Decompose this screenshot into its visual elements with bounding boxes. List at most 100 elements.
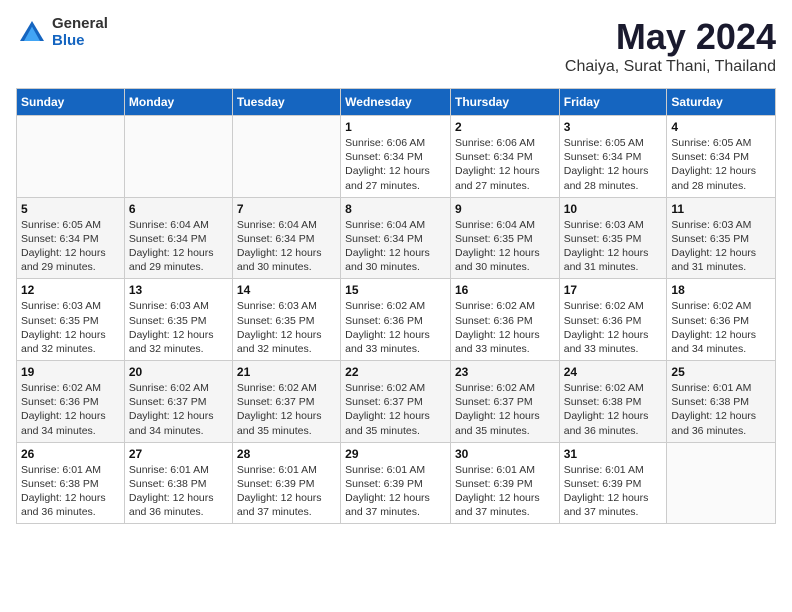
week-row-2: 5 Sunrise: 6:05 AM Sunset: 6:34 PM Daylig… — [17, 197, 776, 279]
day-number: 24 — [564, 365, 663, 379]
calendar-cell — [232, 116, 340, 198]
calendar-cell: 11 Sunrise: 6:03 AM Sunset: 6:35 PM Dayli… — [667, 197, 776, 279]
day-number: 13 — [129, 283, 228, 297]
day-info: Sunrise: 6:02 AM Sunset: 6:36 PM Dayligh… — [345, 299, 446, 356]
week-row-5: 26 Sunrise: 6:01 AM Sunset: 6:38 PM Dayli… — [17, 442, 776, 524]
day-number: 6 — [129, 202, 228, 216]
day-info: Sunrise: 6:03 AM Sunset: 6:35 PM Dayligh… — [671, 218, 771, 275]
day-of-week-saturday: Saturday — [667, 89, 776, 116]
day-info: Sunrise: 6:04 AM Sunset: 6:35 PM Dayligh… — [455, 218, 555, 275]
day-number: 16 — [455, 283, 555, 297]
day-number: 3 — [564, 120, 663, 134]
day-number: 19 — [21, 365, 120, 379]
day-info: Sunrise: 6:03 AM Sunset: 6:35 PM Dayligh… — [564, 218, 663, 275]
calendar-cell: 22 Sunrise: 6:02 AM Sunset: 6:37 PM Dayli… — [341, 361, 451, 443]
calendar-cell: 8Sunrise: 6:04 AM Sunset: 6:34 PM Daylig… — [341, 197, 451, 279]
day-number: 28 — [237, 447, 336, 461]
day-number: 23 — [455, 365, 555, 379]
day-number: 1 — [345, 120, 446, 134]
calendar-cell: 27Sunrise: 6:01 AM Sunset: 6:38 PM Dayli… — [124, 442, 232, 524]
day-info: Sunrise: 6:06 AM Sunset: 6:34 PM Dayligh… — [455, 136, 555, 193]
day-number: 21 — [237, 365, 336, 379]
day-info: Sunrise: 6:05 AM Sunset: 6:34 PM Dayligh… — [564, 136, 663, 193]
calendar-cell: 6Sunrise: 6:04 AM Sunset: 6:34 PM Daylig… — [124, 197, 232, 279]
calendar-cell: 5 Sunrise: 6:05 AM Sunset: 6:34 PM Daylig… — [17, 197, 125, 279]
week-row-4: 19 Sunrise: 6:02 AM Sunset: 6:36 PM Dayli… — [17, 361, 776, 443]
calendar-cell — [17, 116, 125, 198]
day-info: Sunrise: 6:02 AM Sunset: 6:38 PM Dayligh… — [564, 381, 663, 438]
calendar-cell: 13 Sunrise: 6:03 AM Sunset: 6:35 PM Dayli… — [124, 279, 232, 361]
title-block: May 2024 Chaiya, Surat Thani, Thailand — [565, 16, 776, 76]
calendar-header: SundayMondayTuesdayWednesdayThursdayFrid… — [17, 89, 776, 116]
day-of-week-sunday: Sunday — [17, 89, 125, 116]
day-number: 18 — [671, 283, 771, 297]
day-number: 11 — [671, 202, 771, 216]
subtitle: Chaiya, Surat Thani, Thailand — [565, 58, 776, 76]
calendar-cell: 12 Sunrise: 6:03 AM Sunset: 6:35 PM Dayli… — [17, 279, 125, 361]
calendar-cell: 2 Sunrise: 6:06 AM Sunset: 6:34 PM Daylig… — [450, 116, 559, 198]
day-of-week-wednesday: Wednesday — [341, 89, 451, 116]
day-info: Sunrise: 6:04 AM Sunset: 6:34 PM Dayligh… — [237, 218, 336, 275]
day-info: Sunrise: 6:03 AM Sunset: 6:35 PM Dayligh… — [237, 299, 336, 356]
day-number: 25 — [671, 365, 771, 379]
day-number: 20 — [129, 365, 228, 379]
calendar-table: SundayMondayTuesdayWednesdayThursdayFrid… — [16, 88, 776, 524]
calendar-cell: 24 Sunrise: 6:02 AM Sunset: 6:38 PM Dayli… — [559, 361, 667, 443]
week-row-1: 1 Sunrise: 6:06 AM Sunset: 6:34 PM Daylig… — [17, 116, 776, 198]
logo-general-text: General — [52, 16, 108, 33]
calendar-cell: 30Sunrise: 6:01 AM Sunset: 6:39 PM Dayli… — [450, 442, 559, 524]
calendar-cell: 1 Sunrise: 6:06 AM Sunset: 6:34 PM Daylig… — [341, 116, 451, 198]
calendar-cell: 10 Sunrise: 6:03 AM Sunset: 6:35 PM Dayli… — [559, 197, 667, 279]
day-info: Sunrise: 6:02 AM Sunset: 6:36 PM Dayligh… — [21, 381, 120, 438]
day-info: Sunrise: 6:03 AM Sunset: 6:35 PM Dayligh… — [129, 299, 228, 356]
calendar-cell: 20 Sunrise: 6:02 AM Sunset: 6:37 PM Dayli… — [124, 361, 232, 443]
day-number: 31 — [564, 447, 663, 461]
calendar-cell: 25Sunrise: 6:01 AM Sunset: 6:38 PM Dayli… — [667, 361, 776, 443]
calendar-cell: 15 Sunrise: 6:02 AM Sunset: 6:36 PM Dayli… — [341, 279, 451, 361]
day-number: 29 — [345, 447, 446, 461]
calendar-cell: 31 Sunrise: 6:01 AM Sunset: 6:39 PM Dayli… — [559, 442, 667, 524]
main-title: May 2024 — [565, 16, 776, 58]
day-number: 12 — [21, 283, 120, 297]
logo-icon — [16, 17, 48, 49]
day-info: Sunrise: 6:05 AM Sunset: 6:34 PM Dayligh… — [21, 218, 120, 275]
days-of-week-row: SundayMondayTuesdayWednesdayThursdayFrid… — [17, 89, 776, 116]
day-number: 5 — [21, 202, 120, 216]
day-info: Sunrise: 6:05 AM Sunset: 6:34 PM Dayligh… — [671, 136, 771, 193]
day-info: Sunrise: 6:03 AM Sunset: 6:35 PM Dayligh… — [21, 299, 120, 356]
day-number: 26 — [21, 447, 120, 461]
calendar-cell: 4 Sunrise: 6:05 AM Sunset: 6:34 PM Daylig… — [667, 116, 776, 198]
day-info: Sunrise: 6:02 AM Sunset: 6:37 PM Dayligh… — [455, 381, 555, 438]
day-info: Sunrise: 6:02 AM Sunset: 6:36 PM Dayligh… — [671, 299, 771, 356]
calendar-cell: 7Sunrise: 6:04 AM Sunset: 6:34 PM Daylig… — [232, 197, 340, 279]
day-of-week-friday: Friday — [559, 89, 667, 116]
calendar-cell: 26 Sunrise: 6:01 AM Sunset: 6:38 PM Dayli… — [17, 442, 125, 524]
calendar-cell: 28Sunrise: 6:01 AM Sunset: 6:39 PM Dayli… — [232, 442, 340, 524]
day-number: 2 — [455, 120, 555, 134]
day-info: Sunrise: 6:06 AM Sunset: 6:34 PM Dayligh… — [345, 136, 446, 193]
day-number: 22 — [345, 365, 446, 379]
day-number: 9 — [455, 202, 555, 216]
logo-text: General Blue — [52, 16, 108, 49]
calendar-body: 1 Sunrise: 6:06 AM Sunset: 6:34 PM Daylig… — [17, 116, 776, 524]
page-header: General Blue May 2024 Chaiya, Surat Than… — [16, 16, 776, 76]
day-of-week-tuesday: Tuesday — [232, 89, 340, 116]
day-info: Sunrise: 6:01 AM Sunset: 6:38 PM Dayligh… — [21, 463, 120, 520]
calendar-cell: 29 Sunrise: 6:01 AM Sunset: 6:39 PM Dayli… — [341, 442, 451, 524]
calendar-cell: 19 Sunrise: 6:02 AM Sunset: 6:36 PM Dayli… — [17, 361, 125, 443]
day-info: Sunrise: 6:02 AM Sunset: 6:37 PM Dayligh… — [237, 381, 336, 438]
logo-blue-text: Blue — [52, 33, 108, 50]
day-number: 4 — [671, 120, 771, 134]
day-info: Sunrise: 6:01 AM Sunset: 6:39 PM Dayligh… — [345, 463, 446, 520]
day-info: Sunrise: 6:01 AM Sunset: 6:39 PM Dayligh… — [455, 463, 555, 520]
day-info: Sunrise: 6:01 AM Sunset: 6:39 PM Dayligh… — [564, 463, 663, 520]
day-info: Sunrise: 6:02 AM Sunset: 6:37 PM Dayligh… — [129, 381, 228, 438]
day-info: Sunrise: 6:01 AM Sunset: 6:38 PM Dayligh… — [129, 463, 228, 520]
calendar-cell: 14 Sunrise: 6:03 AM Sunset: 6:35 PM Dayli… — [232, 279, 340, 361]
day-info: Sunrise: 6:04 AM Sunset: 6:34 PM Dayligh… — [345, 218, 446, 275]
day-number: 15 — [345, 283, 446, 297]
day-number: 14 — [237, 283, 336, 297]
day-number: 17 — [564, 283, 663, 297]
day-number: 10 — [564, 202, 663, 216]
day-info: Sunrise: 6:02 AM Sunset: 6:37 PM Dayligh… — [345, 381, 446, 438]
